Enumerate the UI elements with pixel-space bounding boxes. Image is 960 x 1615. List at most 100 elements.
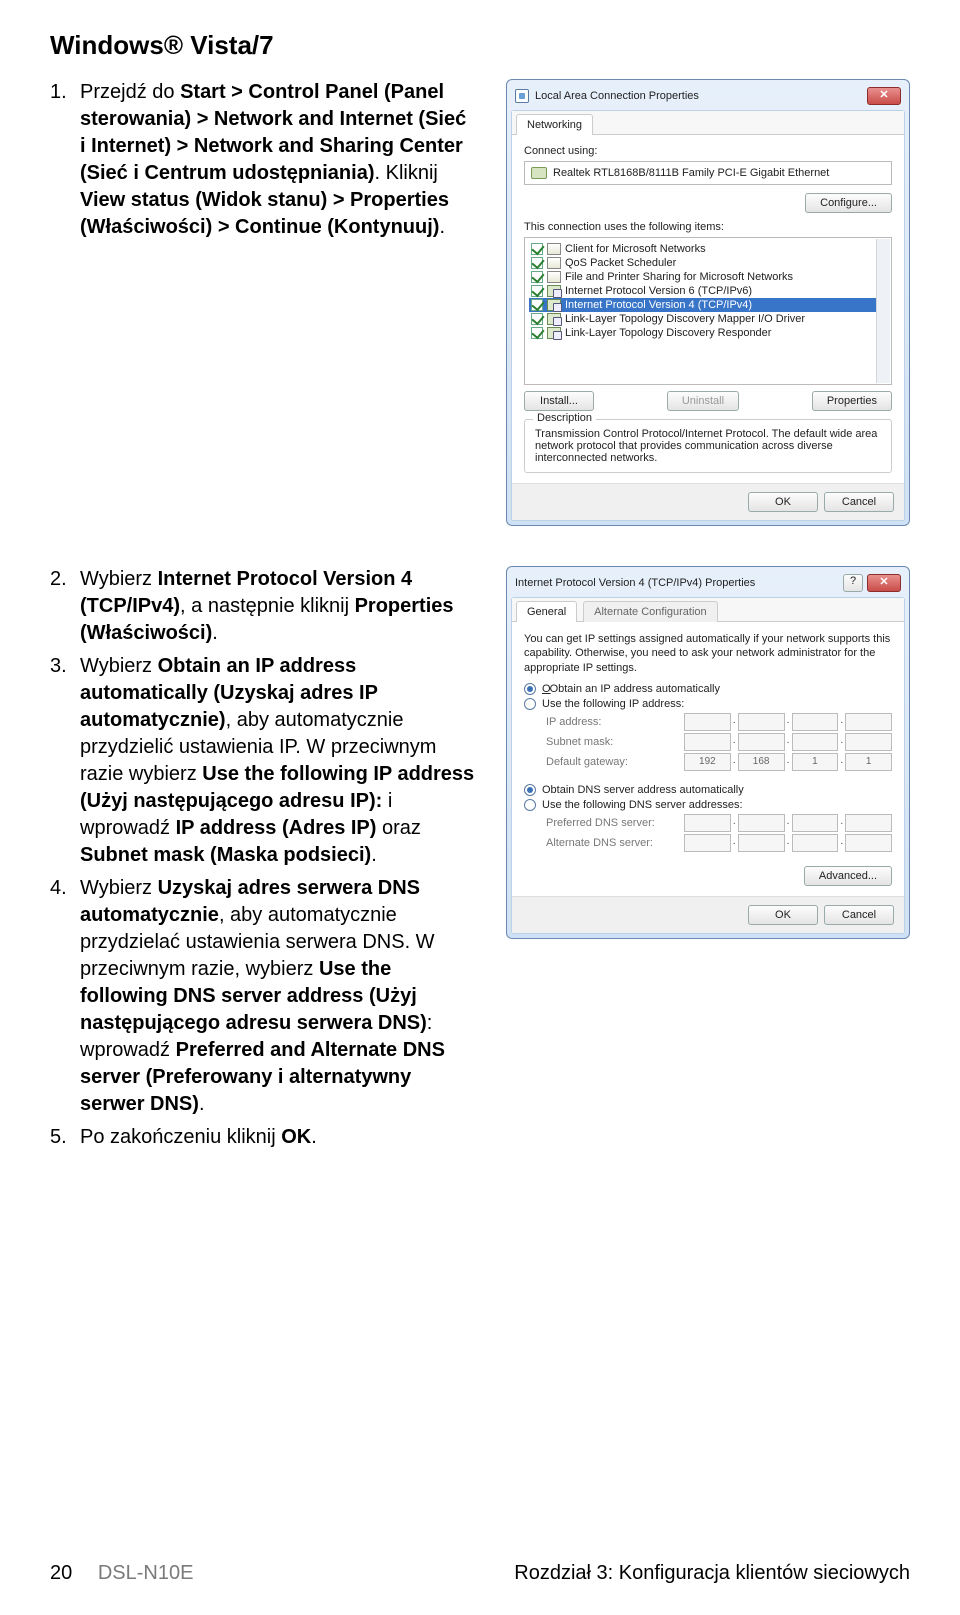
step-number: 1. (50, 79, 80, 241)
checkbox-icon[interactable] (531, 327, 543, 339)
item-label: File and Printer Sharing for Microsoft N… (565, 271, 793, 283)
step-list-1: 1. Przejdź do Start > Control Panel (Pan… (50, 79, 476, 241)
cancel-button[interactable]: Cancel (824, 905, 894, 925)
list-item[interactable]: Link-Layer Topology Discovery Responder (529, 326, 887, 340)
checkbox-icon[interactable] (531, 285, 543, 297)
bold-text: View status (Widok stanu) > Properties (… (80, 189, 449, 238)
text: Wybierz (80, 877, 158, 899)
radio-auto-dns[interactable]: Obtain DNS server address automatically (524, 784, 892, 796)
ip-octet[interactable]: 168 (738, 753, 785, 771)
intro-text: You can get IP settings assigned automat… (524, 632, 892, 675)
radio-icon[interactable] (524, 784, 536, 796)
titlebar: Internet Protocol Version 4 (TCP/IPv4) P… (511, 571, 905, 597)
step-4: 4. Wybierz Uzyskaj adres serwera DNS aut… (50, 875, 476, 1118)
close-icon[interactable]: ✕ (867, 87, 901, 105)
list-item[interactable]: Link-Layer Topology Discovery Mapper I/O… (529, 312, 887, 326)
tab-general[interactable]: General (516, 601, 577, 622)
service-icon (547, 257, 561, 269)
step-body: Po zakończeniu kliknij OK. (80, 1124, 476, 1151)
radio-icon[interactable] (524, 698, 536, 710)
field-label: Preferred DNS server: (546, 817, 676, 829)
advanced-button[interactable]: Advanced... (804, 866, 892, 886)
dialog-content: You can get IP settings assigned automat… (512, 622, 904, 896)
items-list[interactable]: Client for Microsoft Networks QoS Packet… (524, 237, 892, 385)
ipv4-properties-dialog: Internet Protocol Version 4 (TCP/IPv4) P… (506, 566, 910, 939)
properties-button[interactable]: Properties (812, 391, 892, 411)
tab-strip: Networking (512, 111, 904, 135)
step-body: Wybierz Uzyskaj adres serwera DNS automa… (80, 875, 476, 1118)
step-number: 4. (50, 875, 80, 1118)
radio-icon[interactable] (524, 683, 536, 695)
bold-text: OK (281, 1126, 311, 1148)
radio-label: Use the following IP address: (542, 698, 684, 710)
text: Wybierz (80, 568, 158, 590)
connect-using-label: Connect using: (524, 145, 892, 157)
description-text: Transmission Control Protocol/Internet P… (535, 428, 881, 464)
ip-input[interactable]: ... (684, 834, 892, 852)
tab-alternate[interactable]: Alternate Configuration (583, 601, 718, 622)
ip-input[interactable]: ... (684, 814, 892, 832)
tab-networking[interactable]: Networking (516, 114, 593, 135)
step-2: 2. Wybierz Internet Protocol Version 4 (… (50, 566, 476, 647)
network-icon (515, 89, 529, 103)
field-label: IP address: (546, 716, 676, 728)
ip-octet[interactable]: 1 (845, 753, 892, 771)
cancel-button[interactable]: Cancel (824, 492, 894, 512)
ok-button[interactable]: OK (748, 492, 818, 512)
protocol-icon (547, 299, 561, 311)
ok-button[interactable]: OK (748, 905, 818, 925)
list-item-selected[interactable]: Internet Protocol Version 4 (TCP/IPv4) (529, 298, 887, 312)
gateway-row: Default gateway: 192. 168. 1. 1 (546, 753, 892, 771)
configure-button[interactable]: Configure... (805, 193, 892, 213)
dialog-body: Networking Connect using: Realtek RTL816… (511, 110, 905, 521)
ip-octet[interactable]: 192 (684, 753, 731, 771)
page-footer: 20 DSL-N10E Rozdział 3: Konfiguracja kli… (50, 1562, 910, 1585)
checkbox-icon[interactable] (531, 243, 543, 255)
text: . (371, 844, 377, 866)
step-list-2: 2. Wybierz Internet Protocol Version 4 (… (50, 566, 476, 1151)
footer-left: 20 DSL-N10E (50, 1562, 193, 1585)
scrollbar[interactable] (876, 239, 890, 383)
field-label: Subnet mask: (546, 736, 676, 748)
step-3: 3. Wybierz Obtain an IP address automati… (50, 653, 476, 869)
protocol-icon (547, 327, 561, 339)
ip-octet[interactable]: 1 (792, 753, 839, 771)
checkbox-icon[interactable] (531, 257, 543, 269)
radio-use-ip[interactable]: Use the following IP address: (524, 698, 892, 710)
ip-input[interactable]: 192. 168. 1. 1 (684, 753, 892, 771)
checkbox-icon[interactable] (531, 271, 543, 283)
item-label: Client for Microsoft Networks (565, 243, 706, 255)
list-item[interactable]: QoS Packet Scheduler (529, 256, 887, 270)
title-left: Internet Protocol Version 4 (TCP/IPv4) P… (515, 577, 755, 589)
close-icon[interactable]: ✕ (867, 574, 901, 592)
radio-use-dns[interactable]: Use the following DNS server addresses: (524, 799, 892, 811)
item-label: Internet Protocol Version 4 (TCP/IPv4) (565, 299, 752, 311)
field-label: Default gateway: (546, 756, 676, 768)
help-icon[interactable]: ? (843, 574, 863, 592)
protocol-icon (547, 285, 561, 297)
text: . (212, 622, 218, 644)
radio-auto-ip[interactable]: OObtain an IP address automatically (524, 683, 892, 695)
radio-icon[interactable] (524, 799, 536, 811)
list-item[interactable]: File and Printer Sharing for Microsoft N… (529, 270, 887, 284)
pdns-row: Preferred DNS server: ... (546, 814, 892, 832)
item-buttons: Install... Uninstall Properties (524, 391, 892, 411)
screenshot-1: Local Area Connection Properties ✕ Netwo… (506, 79, 910, 526)
item-label: Link-Layer Topology Discovery Responder (565, 327, 771, 339)
step-number: 2. (50, 566, 80, 647)
list-item[interactable]: Client for Microsoft Networks (529, 242, 887, 256)
radio-label: Obtain DNS server address automatically (542, 784, 744, 796)
service-icon (547, 271, 561, 283)
checkbox-icon[interactable] (531, 299, 543, 311)
item-label: Link-Layer Topology Discovery Mapper I/O… (565, 313, 805, 325)
step-body: Wybierz Internet Protocol Version 4 (TCP… (80, 566, 476, 647)
dialog-title: Internet Protocol Version 4 (TCP/IPv4) P… (515, 577, 755, 589)
radio-label: Obtain an IP address automatically (550, 683, 720, 695)
install-button[interactable]: Install... (524, 391, 594, 411)
uninstall-button[interactable]: Uninstall (667, 391, 739, 411)
list-item[interactable]: Internet Protocol Version 6 (TCP/IPv6) (529, 284, 887, 298)
nic-icon (531, 167, 547, 179)
ip-input[interactable]: ... (684, 733, 892, 751)
checkbox-icon[interactable] (531, 313, 543, 325)
ip-input[interactable]: ... (684, 713, 892, 731)
